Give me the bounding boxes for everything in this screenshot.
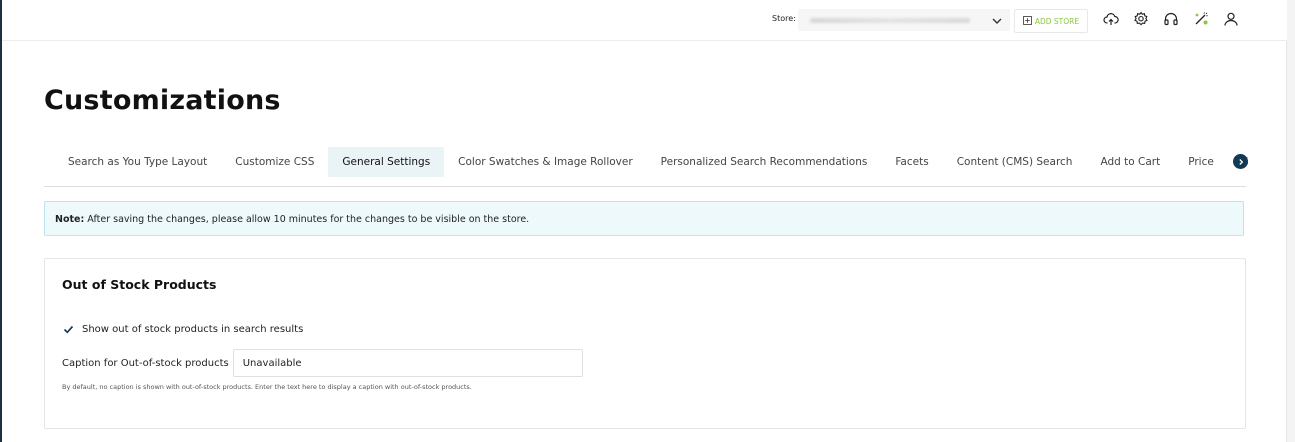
- out-of-stock-card: Out of Stock Products Show out of stock …: [44, 258, 1246, 429]
- note-text: After saving the changes, please allow 1…: [87, 214, 530, 225]
- headset-icon[interactable]: [1162, 10, 1180, 28]
- note-prefix: Note:: [55, 214, 85, 225]
- header-icon-group: [1102, 10, 1240, 28]
- magic-wand-icon[interactable]: [1192, 10, 1210, 28]
- show-out-of-stock-label: Show out of stock products in search res…: [82, 324, 304, 335]
- top-bar: Store: ADD STORE: [2, 0, 1287, 41]
- caption-row: Caption for Out-of-stock products: [62, 349, 583, 377]
- tab-facets[interactable]: Facets: [881, 147, 942, 177]
- gear-icon[interactable]: [1132, 10, 1150, 28]
- page-scrollbar[interactable]: [1286, 0, 1295, 442]
- tab-color-swatches[interactable]: Color Swatches & Image Rollover: [444, 147, 647, 177]
- add-store-label: ADD STORE: [1034, 16, 1080, 26]
- store-select-value-blurred: [810, 18, 970, 23]
- caption-help-text: By default, no caption is shown with out…: [62, 383, 472, 391]
- window-frame-left: [0, 0, 2, 442]
- page-title: Customizations: [44, 85, 281, 116]
- caption-input[interactable]: [232, 349, 583, 377]
- tab-personalized-search-recommendations[interactable]: Personalized Search Recommendations: [647, 147, 882, 177]
- tab-customize-css[interactable]: Customize CSS: [221, 147, 328, 177]
- tabs-scroll-right-button[interactable]: [1233, 154, 1248, 169]
- cloud-upload-icon[interactable]: [1102, 10, 1120, 28]
- out-of-stock-title: Out of Stock Products: [62, 277, 217, 292]
- add-store-button[interactable]: ADD STORE: [1014, 9, 1088, 33]
- tab-search-as-you-type-layout[interactable]: Search as You Type Layout: [54, 147, 221, 177]
- store-label: Store:: [772, 14, 796, 23]
- store-select[interactable]: [798, 9, 1010, 31]
- tab-content-cms-search[interactable]: Content (CMS) Search: [943, 147, 1087, 177]
- chevron-right-icon: [1238, 158, 1243, 165]
- tab-price[interactable]: Price: [1174, 147, 1228, 177]
- chevron-down-icon: [990, 13, 1004, 27]
- settings-tabs: Search as You Type Layout Customize CSS …: [54, 147, 1248, 177]
- note-banner: Note: After saving the changes, please a…: [44, 201, 1244, 236]
- caption-label: Caption for Out-of-stock products: [62, 357, 229, 369]
- show-out-of-stock-checkbox[interactable]: [63, 324, 74, 335]
- user-icon[interactable]: [1222, 10, 1240, 28]
- checkmark-icon: [63, 325, 74, 334]
- plus-square-icon: [1022, 15, 1032, 27]
- tabs-divider: [44, 186, 1246, 187]
- tab-add-to-cart[interactable]: Add to Cart: [1086, 147, 1174, 177]
- show-out-of-stock-row: Show out of stock products in search res…: [63, 324, 303, 335]
- tab-general-settings[interactable]: General Settings: [328, 147, 445, 177]
